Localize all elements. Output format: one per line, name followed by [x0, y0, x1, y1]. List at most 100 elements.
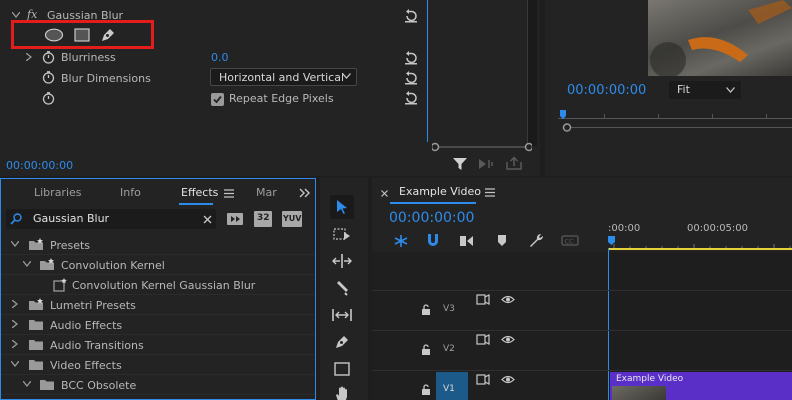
- tab-effects[interactable]: Effects: [181, 186, 218, 199]
- program-mini-timeline[interactable]: [558, 108, 792, 136]
- tree-item-audio-transitions[interactable]: Audio Transitions: [1, 335, 315, 355]
- timeline-ruler[interactable]: [608, 236, 792, 250]
- tree-item-video-effects[interactable]: Video Effects: [1, 355, 315, 375]
- effect-controls-scrollbar-v[interactable]: [527, 0, 537, 146]
- reset-icon[interactable]: [404, 91, 418, 105]
- rectangle-tool[interactable]: [330, 357, 354, 381]
- stopwatch-icon[interactable]: [42, 51, 55, 64]
- razor-tool[interactable]: [330, 276, 354, 300]
- eye-icon[interactable]: [501, 295, 515, 304]
- chevron-down-icon[interactable]: [23, 381, 31, 387]
- video-clip[interactable]: Example Video: [610, 372, 792, 400]
- active-tab-underline: [179, 203, 213, 205]
- linked-selection-icon[interactable]: [459, 234, 475, 248]
- ripple-edit-tool[interactable]: [330, 249, 354, 273]
- repeat-edge-checkbox[interactable]: [211, 93, 224, 106]
- eye-icon[interactable]: [501, 375, 515, 384]
- panel-menu-icon[interactable]: [224, 189, 234, 198]
- lock-icon[interactable]: [421, 344, 431, 355]
- pen-tool[interactable]: [330, 330, 354, 354]
- blurriness-value[interactable]: 0.0: [211, 51, 229, 64]
- eye-icon[interactable]: [501, 335, 515, 344]
- chevron-right-icon[interactable]: [12, 300, 18, 308]
- tools-panel: [320, 178, 368, 400]
- stopwatch-icon[interactable]: [42, 92, 55, 105]
- tab-info[interactable]: Info: [120, 186, 141, 199]
- chevron-down-icon[interactable]: [12, 12, 20, 18]
- chevron-right-icon[interactable]: [12, 340, 18, 348]
- zoom-fit-dropdown[interactable]: Fit: [669, 81, 741, 99]
- search-icon: [10, 213, 22, 225]
- sync-lock-icon[interactable]: [476, 334, 490, 345]
- add-marker-icon[interactable]: [497, 234, 507, 247]
- tab-libraries[interactable]: Libraries: [34, 186, 82, 199]
- play-audio-icon[interactable]: [478, 157, 496, 171]
- captions-icon[interactable]: CC: [561, 235, 579, 246]
- program-timecode[interactable]: 00:00:00:00: [567, 83, 646, 98]
- tree-item-convolution-kernel[interactable]: Convolution Kernel: [1, 255, 315, 275]
- tree-item-presets[interactable]: Presets: [1, 235, 315, 255]
- param-row-repeat-edge: Repeat Edge Pixels: [0, 90, 426, 110]
- tab-overflow-icon[interactable]: [299, 188, 311, 198]
- slip-tool[interactable]: [330, 303, 354, 327]
- filter-icon[interactable]: [452, 157, 468, 171]
- hand-tool[interactable]: [330, 382, 354, 400]
- reset-icon[interactable]: [404, 71, 418, 85]
- chevron-right-icon[interactable]: [26, 53, 32, 61]
- panel-menu-icon[interactable]: [485, 188, 495, 197]
- effects-search-box[interactable]: Gaussian Blur: [6, 209, 216, 229]
- accelerated-effects-icon[interactable]: [226, 211, 244, 227]
- sync-lock-icon[interactable]: [476, 374, 490, 385]
- track-select-tool[interactable]: [330, 222, 354, 246]
- track-select-icon: [333, 228, 350, 240]
- blur-dimensions-dropdown[interactable]: Horizontal and Vertical: [210, 68, 357, 86]
- clear-search-icon[interactable]: [203, 215, 212, 224]
- reset-icon[interactable]: [404, 51, 418, 65]
- ruler-label-start: :00:00: [608, 223, 641, 234]
- export-icon[interactable]: [505, 156, 523, 171]
- stopwatch-icon[interactable]: [42, 71, 55, 84]
- snap-magnet-icon[interactable]: [426, 233, 440, 248]
- param-label: Repeat Edge Pixels: [229, 92, 334, 105]
- track-label: V3: [443, 304, 455, 314]
- param-label: Blur Dimensions: [61, 72, 151, 85]
- reset-icon[interactable]: [404, 9, 418, 23]
- rectangle-icon: [334, 362, 350, 376]
- 32bit-filter-badge[interactable]: 32: [254, 211, 272, 227]
- chevron-right-icon[interactable]: [12, 320, 18, 328]
- program-video-frame: [648, 0, 792, 76]
- folder-icon: [29, 340, 43, 350]
- chevron-down-icon: [726, 87, 735, 93]
- tree-item-gaussian-blur-preset[interactable]: Convolution Kernel Gaussian Blur: [1, 275, 315, 295]
- tree-item-audio-effects[interactable]: Audio Effects: [1, 315, 315, 335]
- effect-controls-zoom-bar[interactable]: [432, 142, 532, 152]
- lock-icon[interactable]: [421, 304, 431, 315]
- star-folder-icon: [40, 258, 54, 270]
- param-label: Blurriness: [61, 51, 116, 64]
- chevron-down-icon: [342, 73, 351, 79]
- close-icon[interactable]: [381, 190, 388, 197]
- nest-sequence-icon[interactable]: [393, 234, 409, 248]
- wrench-icon[interactable]: [528, 233, 544, 248]
- timeline-timecode[interactable]: 00:00:00:00: [389, 210, 474, 226]
- selection-arrow-icon: [337, 200, 347, 214]
- ruler-ticks: [613, 244, 791, 248]
- tree-item-lumetri-presets[interactable]: Lumetri Presets: [1, 295, 315, 315]
- track-label: V2: [443, 344, 455, 354]
- chevron-down-icon[interactable]: [23, 261, 31, 267]
- selection-tool[interactable]: [330, 195, 354, 219]
- param-row-blurriness: Blurriness 0.0: [0, 48, 426, 68]
- folder-icon: [40, 380, 54, 390]
- folder-icon: [29, 320, 43, 330]
- lock-icon[interactable]: [421, 384, 431, 395]
- yuv-filter-badge[interactable]: YUV: [282, 211, 302, 227]
- effect-controls-timecode[interactable]: 00:00:00:00: [6, 159, 73, 172]
- tree-item-bcc-obsolete[interactable]: BCC Obsolete: [1, 375, 315, 395]
- sync-lock-icon[interactable]: [476, 294, 490, 305]
- tab-markers[interactable]: Mar: [256, 186, 277, 199]
- chevron-down-icon[interactable]: [11, 241, 19, 247]
- chevron-down-icon[interactable]: [11, 361, 19, 367]
- search-input[interactable]: Gaussian Blur: [33, 212, 109, 225]
- sequence-tab[interactable]: Example Video: [399, 185, 481, 198]
- active-tab-underline: [390, 202, 476, 204]
